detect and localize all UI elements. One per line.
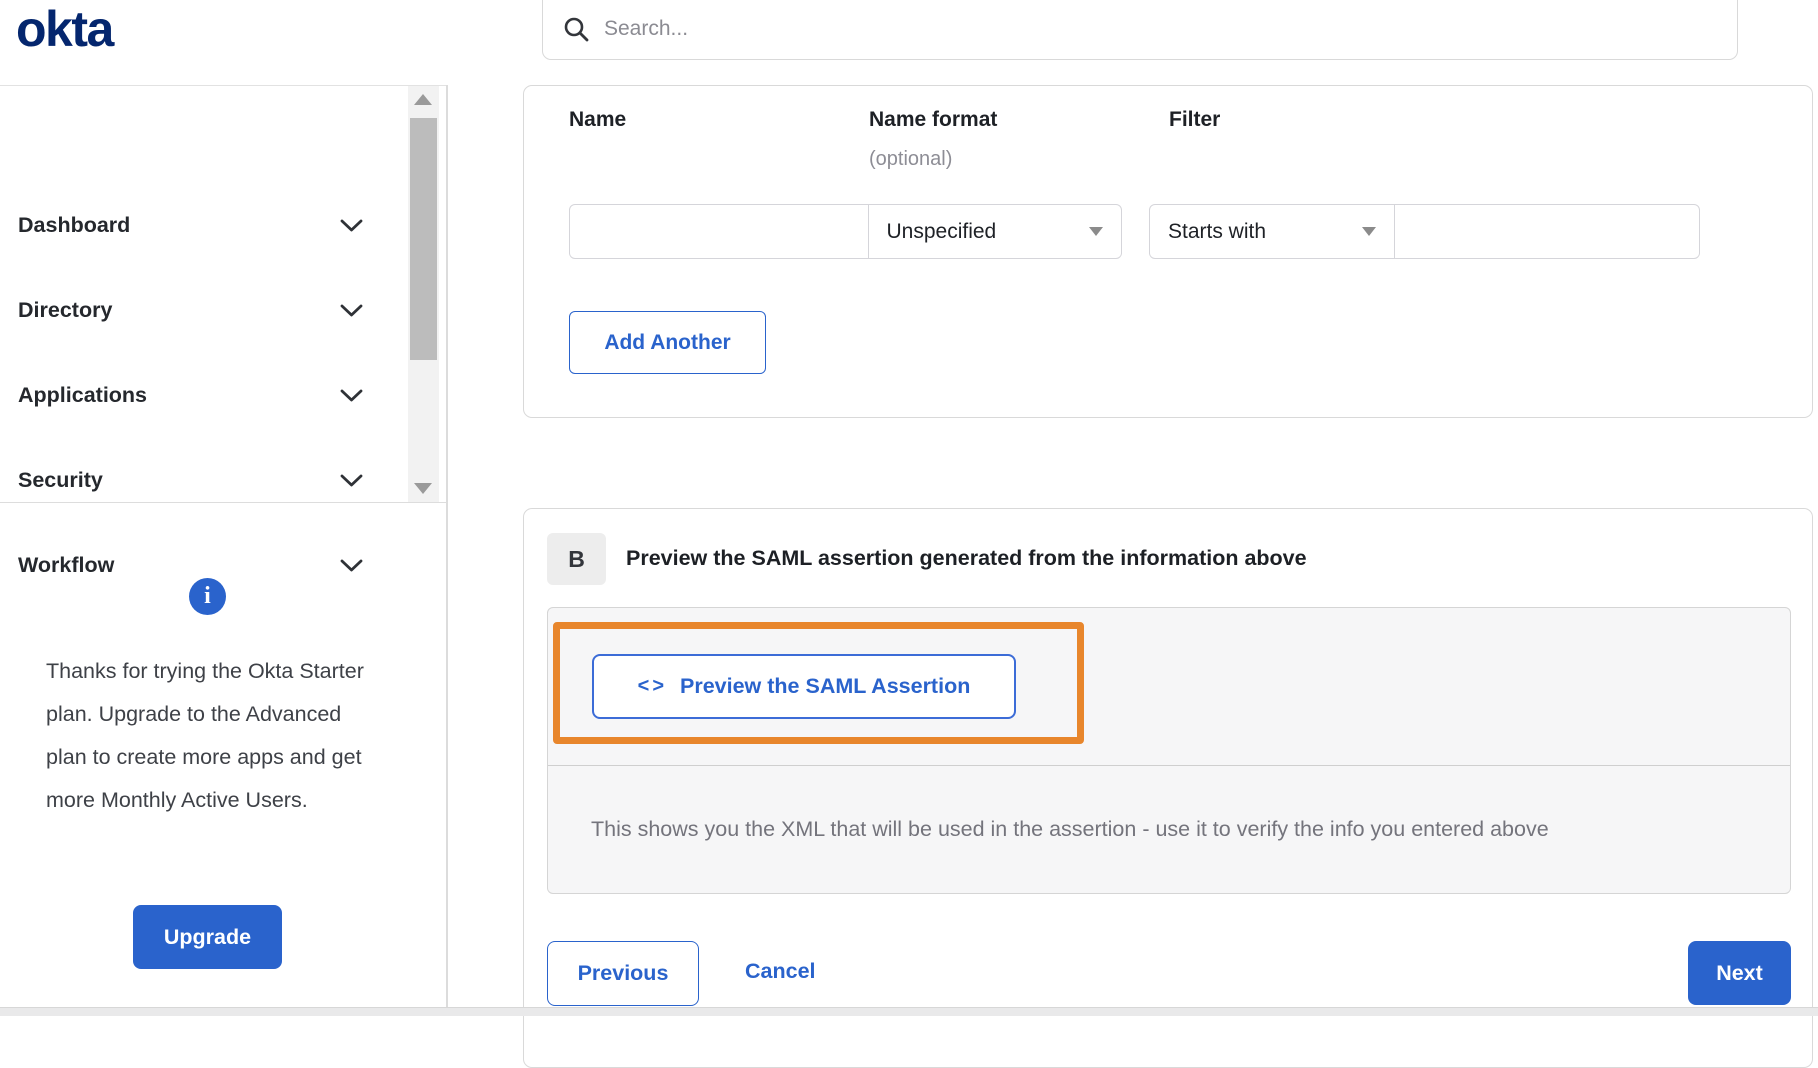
cancel-link[interactable]: Cancel: [745, 959, 816, 984]
okta-logo: okta: [16, 1, 114, 57]
sidebar-item-label: Directory: [18, 297, 113, 322]
upgrade-promo-text: Thanks for trying the Okta Starter plan.…: [46, 659, 364, 812]
upgrade-button[interactable]: Upgrade: [133, 905, 282, 969]
name-field[interactable]: [569, 204, 869, 259]
sidebar-item-label: Workflow: [18, 552, 115, 577]
filter-operator-select[interactable]: Starts with: [1149, 204, 1395, 259]
filter-value-field[interactable]: [1393, 204, 1700, 259]
section-b-title: Preview the SAML assertion generated fro…: [626, 546, 1307, 570]
preview-button-label: Preview the SAML Assertion: [680, 674, 971, 698]
sidebar-item-label: Security: [18, 467, 103, 492]
sidebar-divider: [446, 85, 448, 1016]
sidebar-item-security[interactable]: Security: [0, 458, 405, 502]
info-icon: i: [189, 578, 226, 615]
name-format-value: Unspecified: [886, 219, 997, 243]
chevron-down-icon: [340, 219, 363, 238]
dropdown-arrow-icon: [1362, 227, 1376, 236]
scrollbar-thumb[interactable]: [410, 118, 437, 360]
sidebar-nav: Dashboard Directory Applications Securit…: [0, 85, 447, 577]
sidebar-item-directory[interactable]: Directory: [0, 288, 405, 332]
chevron-down-icon: [340, 389, 363, 408]
name-format-select[interactable]: Unspecified: [867, 204, 1122, 259]
sidebar-item-label: Dashboard: [18, 212, 131, 237]
preview-button-section: <> Preview the SAML Assertion: [548, 608, 1790, 766]
sidebar-item-applications[interactable]: Applications: [0, 373, 405, 417]
preview-panel: <> Preview the SAML Assertion This shows…: [547, 607, 1791, 894]
add-another-button[interactable]: Add Another: [569, 311, 766, 374]
preview-assertion-card: B Preview the SAML assertion generated f…: [523, 508, 1813, 1068]
preview-hint-text: This shows you the XML that will be used…: [591, 817, 1549, 841]
chevron-down-icon: [340, 559, 363, 578]
name-column-label: Name: [569, 108, 627, 131]
global-search[interactable]: [542, 0, 1738, 60]
attribute-statements-card: Name Name format (optional) Filter Unspe…: [523, 85, 1813, 418]
scroll-down-icon[interactable]: [414, 483, 432, 494]
name-format-column-label: Name format: [869, 108, 998, 131]
horizontal-scrollbar[interactable]: [0, 1007, 1818, 1016]
step-b-badge: B: [547, 533, 606, 585]
dropdown-arrow-icon: [1088, 227, 1103, 236]
sidebar-scrollbar[interactable]: [408, 86, 439, 502]
chevron-down-icon: [340, 304, 363, 323]
scroll-up-icon[interactable]: [414, 94, 432, 105]
preview-hint-section: This shows you the XML that will be used…: [548, 766, 1790, 893]
previous-button[interactable]: Previous: [547, 941, 699, 1006]
sidebar-item-dashboard[interactable]: Dashboard: [0, 203, 405, 247]
search-input[interactable]: [604, 17, 1604, 41]
code-icon: <>: [637, 675, 667, 697]
chevron-down-icon: [340, 474, 363, 493]
next-button[interactable]: Next: [1688, 941, 1791, 1005]
search-icon: [563, 16, 590, 43]
filter-operator-value: Starts with: [1168, 219, 1267, 243]
sidebar-item-label: Applications: [18, 382, 148, 407]
name-format-optional-label: (optional): [869, 148, 953, 170]
filter-column-label: Filter: [1169, 108, 1221, 131]
preview-saml-assertion-button[interactable]: <> Preview the SAML Assertion: [592, 654, 1016, 719]
